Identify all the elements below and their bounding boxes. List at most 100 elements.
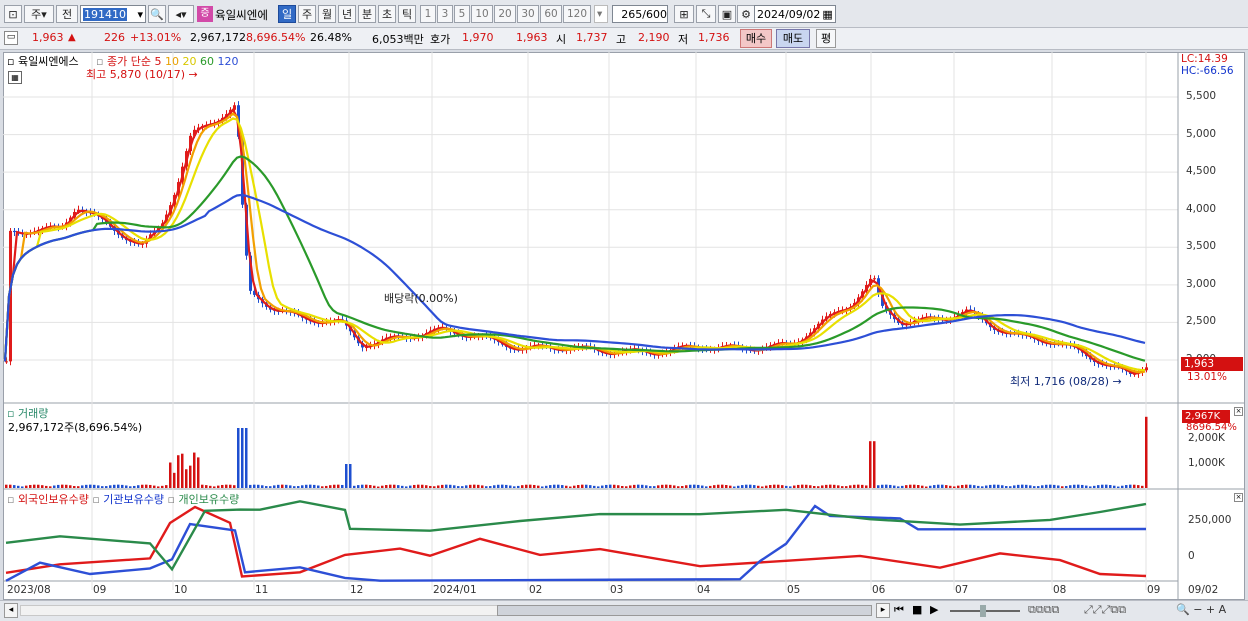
volume-bar bbox=[1001, 485, 1004, 488]
volume-bar bbox=[21, 486, 24, 488]
volume-bar bbox=[53, 485, 56, 488]
volume-bar bbox=[737, 485, 740, 488]
scroll-left-icon[interactable]: ◂ bbox=[4, 603, 18, 618]
zoom-slider-handle[interactable] bbox=[980, 605, 986, 617]
scroll-right-icon[interactable]: ▸ bbox=[876, 603, 890, 618]
volume-bar bbox=[797, 484, 800, 488]
legend-foreign: 외국인보유수량 bbox=[17, 493, 89, 506]
volume-bar bbox=[521, 485, 524, 488]
volume-bar bbox=[485, 486, 488, 488]
volume-bar bbox=[501, 484, 504, 488]
volume-bar bbox=[409, 485, 412, 488]
x-tick: 10 bbox=[174, 584, 188, 596]
volume-bar bbox=[397, 485, 400, 488]
volume-bar bbox=[313, 484, 316, 488]
ma-line-20 bbox=[3, 117, 1146, 372]
volume-bar bbox=[613, 484, 616, 488]
volume-bar bbox=[9, 484, 12, 488]
stop-icon[interactable]: ■ bbox=[912, 603, 922, 616]
x-tick: 07 bbox=[955, 584, 969, 596]
volume-bar bbox=[5, 484, 8, 488]
volume-bar bbox=[1129, 484, 1132, 488]
volume-bar bbox=[109, 485, 112, 488]
calculator-icon[interactable]: ▦ bbox=[8, 71, 22, 84]
volume-bar bbox=[357, 485, 360, 488]
volume-bar bbox=[1133, 484, 1136, 488]
volume-bar bbox=[841, 486, 844, 488]
legend-ma60: 60 bbox=[199, 55, 214, 68]
scroll-thumb[interactable] bbox=[497, 605, 872, 616]
volume-bar bbox=[505, 484, 508, 488]
price-tick: 5,000 bbox=[1186, 127, 1217, 140]
volume-bars bbox=[5, 416, 1148, 488]
volume-bar bbox=[697, 484, 700, 488]
volume-bar bbox=[373, 485, 376, 488]
x-tick: 2023/08 bbox=[7, 584, 51, 596]
volume-bar bbox=[189, 465, 192, 488]
volume-bar bbox=[945, 485, 948, 488]
x-tick: 05 bbox=[787, 584, 801, 596]
volume-bar bbox=[1053, 484, 1056, 488]
volume-bar bbox=[57, 484, 60, 488]
volume-bar bbox=[569, 486, 572, 488]
volume-bar bbox=[1145, 416, 1148, 488]
volume-bar bbox=[993, 484, 996, 488]
volume-bar bbox=[393, 484, 396, 488]
volume-bar bbox=[1005, 486, 1008, 488]
hc-value: HC:-66.56 bbox=[1181, 65, 1234, 77]
volume-bar bbox=[129, 486, 132, 488]
ma-line-60 bbox=[3, 155, 1146, 362]
rewind-icon[interactable]: ⏮ bbox=[894, 603, 904, 617]
volume-bar bbox=[125, 485, 128, 488]
zoom-icons[interactable]: 🔍 − + A bbox=[1176, 603, 1226, 616]
volume-bar bbox=[941, 484, 944, 488]
price-tick: 2,500 bbox=[1186, 315, 1217, 328]
volume-bar bbox=[477, 484, 480, 488]
volume-bar bbox=[165, 485, 168, 488]
volume-bar bbox=[381, 485, 384, 488]
arrow-right-icon: → bbox=[1112, 375, 1122, 388]
holding-legend: ▫ 외국인보유수량 ▫ 기관보유수량 ▫ 개인보유수량 bbox=[7, 491, 239, 507]
volume-bar bbox=[657, 485, 660, 488]
volume-bar bbox=[1081, 484, 1084, 488]
x-tick: 03 bbox=[610, 584, 624, 596]
volume-bar bbox=[765, 485, 768, 488]
volume-bar bbox=[849, 485, 852, 488]
volume-bar bbox=[317, 485, 320, 488]
volume-bar bbox=[801, 484, 804, 488]
drawing-icons[interactable]: ⤢⤢⤢⧉⧉ bbox=[1084, 603, 1126, 617]
chart-svg bbox=[3, 52, 1245, 600]
volume-bar bbox=[641, 484, 644, 488]
volume-bar bbox=[177, 455, 180, 488]
volume-bar bbox=[745, 484, 748, 488]
holding-foreign-line bbox=[5, 505, 1147, 578]
layout-icons[interactable]: ⧉⧉⧉⧉ bbox=[1028, 603, 1059, 617]
volume-bar bbox=[449, 484, 452, 488]
volume-bar bbox=[813, 486, 816, 488]
volume-bar bbox=[933, 485, 936, 488]
volume-bar bbox=[725, 484, 728, 488]
volume-bar bbox=[705, 486, 708, 488]
volume-bar bbox=[769, 484, 772, 488]
current-pct-tag: 13.01% bbox=[1187, 371, 1228, 383]
volume-bar bbox=[17, 485, 20, 488]
volume-bar bbox=[433, 486, 436, 488]
volume-bar bbox=[689, 484, 692, 488]
volume-bar bbox=[777, 484, 780, 488]
volume-bar bbox=[1141, 485, 1144, 488]
volume-bar bbox=[789, 486, 792, 488]
x-tick: 04 bbox=[697, 584, 711, 596]
volume-bar bbox=[329, 485, 332, 488]
volume-bar bbox=[405, 486, 408, 488]
volume-bar bbox=[81, 485, 84, 488]
volume-bar bbox=[73, 486, 76, 488]
volume-bar bbox=[625, 486, 628, 488]
volume-bar bbox=[133, 485, 136, 488]
volume-bar bbox=[757, 485, 760, 488]
volume-bar bbox=[917, 485, 920, 488]
volume-bar bbox=[233, 485, 236, 488]
close-icon[interactable]: × bbox=[1234, 493, 1243, 502]
play-icon[interactable]: ▶ bbox=[930, 603, 938, 616]
volume-bar bbox=[201, 484, 204, 488]
close-icon[interactable]: × bbox=[1234, 407, 1243, 416]
